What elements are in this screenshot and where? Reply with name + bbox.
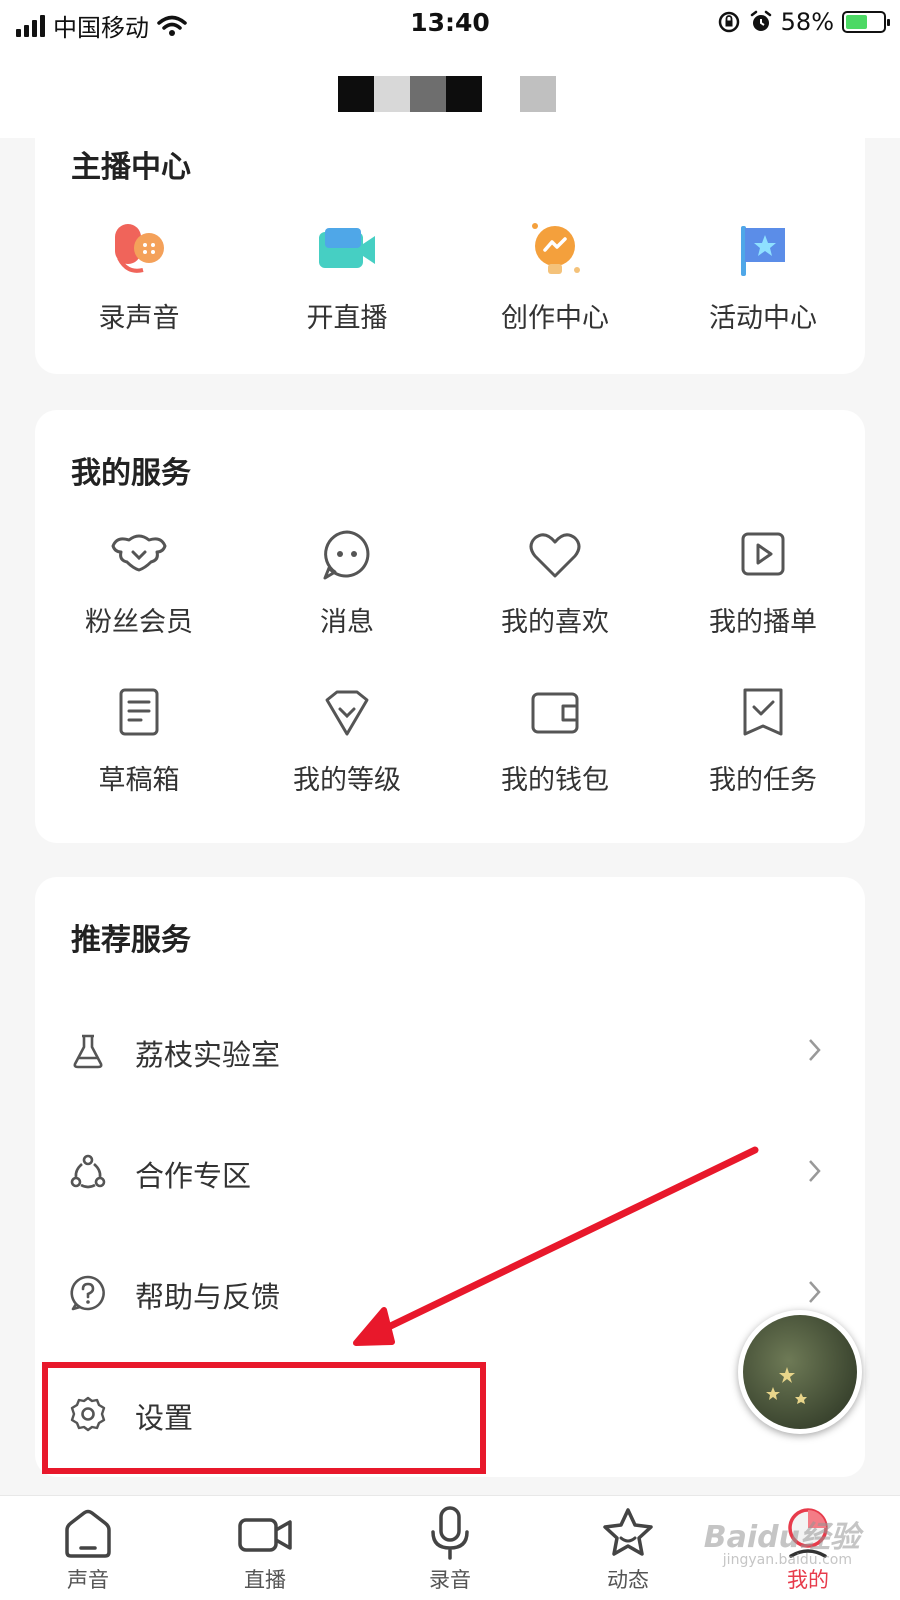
help-feedback-row[interactable]: 帮助与反馈 bbox=[35, 1244, 865, 1344]
tab-live-label: 直播 bbox=[244, 1568, 286, 1592]
tab-sound-label: 声音 bbox=[67, 1568, 109, 1592]
activity-center-item[interactable]: 活动中心 bbox=[659, 218, 867, 335]
live-camera-icon bbox=[319, 228, 375, 268]
heart-icon bbox=[529, 533, 581, 578]
drafts-icon bbox=[119, 688, 159, 736]
message-label: 消息 bbox=[320, 607, 374, 638]
go-live-item[interactable]: 开直播 bbox=[243, 218, 451, 335]
creation-center-item[interactable]: 创作中心 bbox=[451, 218, 659, 335]
my-playlist-item[interactable]: 我的播单 bbox=[659, 522, 867, 639]
my-services-title: 我的服务 bbox=[71, 456, 191, 491]
floating-player-button[interactable] bbox=[738, 1310, 862, 1434]
my-wallet-label: 我的钱包 bbox=[501, 765, 609, 796]
playlist-icon bbox=[741, 532, 785, 576]
alarm-icon bbox=[750, 10, 771, 31]
wallet-icon bbox=[531, 692, 579, 734]
activity-center-label: 活动中心 bbox=[709, 303, 817, 334]
home-icon bbox=[65, 1509, 111, 1558]
message-icon bbox=[323, 530, 370, 580]
lab-row[interactable]: 荔枝实验室 bbox=[35, 1002, 865, 1102]
moon-stars-icon bbox=[766, 1337, 843, 1406]
video-camera-icon bbox=[238, 1518, 292, 1552]
header bbox=[0, 48, 900, 138]
my-playlist-label: 我的播单 bbox=[709, 607, 817, 638]
baidu-watermark: Baidu经验 bbox=[703, 1520, 860, 1555]
drafts-label: 草稿箱 bbox=[98, 765, 180, 796]
record-voice-label: 录声音 bbox=[98, 303, 180, 334]
my-tasks-item[interactable]: 我的任务 bbox=[659, 680, 867, 797]
activity-flag-icon bbox=[741, 226, 785, 276]
my-tasks-label: 我的任务 bbox=[709, 765, 817, 796]
record-voice-icon bbox=[115, 224, 164, 273]
status-right: 58% bbox=[717, 8, 890, 36]
task-icon bbox=[743, 688, 783, 736]
baidu-watermark-url: jingyan.baidu.com bbox=[722, 1552, 852, 1568]
my-wallet-item[interactable]: 我的钱包 bbox=[451, 680, 659, 797]
lab-label: 荔枝实验室 bbox=[135, 1038, 281, 1072]
redacted-title bbox=[338, 76, 556, 112]
player-artwork bbox=[743, 1315, 857, 1429]
my-likes-label: 我的喜欢 bbox=[501, 607, 609, 638]
cooperation-row[interactable]: 合作专区 bbox=[35, 1123, 865, 1223]
cooperation-icon bbox=[70, 1154, 106, 1189]
chevron-right-icon bbox=[809, 1160, 821, 1182]
fan-member-label: 粉丝会员 bbox=[85, 607, 193, 638]
drafts-item[interactable]: 草稿箱 bbox=[35, 680, 243, 797]
record-voice-item[interactable]: 录声音 bbox=[35, 218, 243, 335]
battery-percentage: 58% bbox=[780, 8, 834, 36]
chevron-right-icon bbox=[809, 1039, 821, 1061]
annotation-highlight-box bbox=[42, 1362, 486, 1474]
anchor-center-title: 主播中心 bbox=[71, 150, 191, 185]
tab-mine-label: 我的 bbox=[787, 1568, 829, 1592]
my-level-item[interactable]: 我的等级 bbox=[243, 680, 451, 797]
recommended-services-title: 推荐服务 bbox=[71, 923, 191, 958]
my-services-card: 我的服务 粉丝会员 消息 我的喜欢 我的播单 草稿箱 我的等级 我的钱包 我的任… bbox=[35, 410, 865, 843]
message-item[interactable]: 消息 bbox=[243, 522, 451, 639]
tab-feed-label: 动态 bbox=[607, 1568, 649, 1592]
tab-feed[interactable]: 动态 bbox=[573, 1506, 683, 1598]
tab-sound[interactable]: 声音 bbox=[33, 1506, 143, 1598]
creation-center-label: 创作中心 bbox=[501, 303, 609, 334]
go-live-label: 开直播 bbox=[306, 303, 388, 334]
creation-bulb-icon bbox=[532, 223, 580, 274]
status-bar: 中国移动 13:40 58% bbox=[0, 0, 900, 48]
rotation-lock-icon bbox=[718, 11, 739, 33]
fan-member-icon bbox=[111, 534, 167, 572]
help-icon bbox=[70, 1275, 105, 1311]
flask-icon bbox=[73, 1034, 103, 1069]
tab-record-label: 录音 bbox=[429, 1568, 471, 1592]
anchor-center-card: 主播中心 录声音 开直播 创作中心 活动中心 bbox=[35, 138, 865, 374]
help-feedback-label: 帮助与反馈 bbox=[135, 1280, 281, 1314]
my-level-label: 我的等级 bbox=[293, 765, 401, 796]
tab-record[interactable]: 录音 bbox=[395, 1506, 505, 1598]
tab-live[interactable]: 直播 bbox=[210, 1506, 320, 1598]
star-icon bbox=[603, 1508, 653, 1556]
level-icon bbox=[325, 690, 369, 736]
microphone-icon bbox=[431, 1506, 469, 1560]
chevron-right-icon bbox=[809, 1281, 821, 1303]
my-likes-item[interactable]: 我的喜欢 bbox=[451, 522, 659, 639]
fan-member-item[interactable]: 粉丝会员 bbox=[35, 522, 243, 639]
battery-icon bbox=[842, 11, 890, 33]
cooperation-label: 合作专区 bbox=[135, 1159, 252, 1193]
